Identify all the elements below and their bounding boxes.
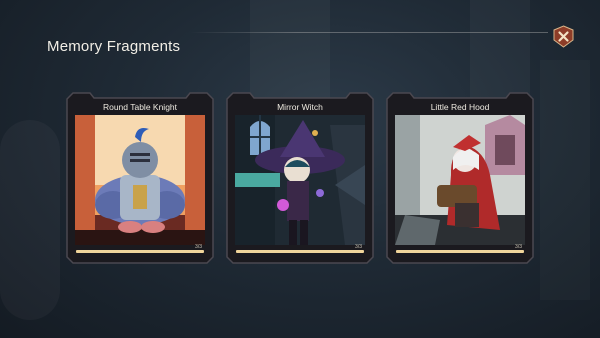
card-title: Mirror Witch: [277, 102, 323, 112]
page-title: Memory Fragments: [47, 38, 181, 55]
card-art-witch: [235, 115, 365, 245]
card-progress-bar: [396, 250, 524, 253]
bg-shadow: [540, 60, 590, 300]
card-mirror-witch[interactable]: Mirror Witch 3/3: [226, 92, 374, 264]
card-title: Round Table Knight: [102, 102, 178, 112]
card-round-table-knight[interactable]: Round Table Knight 3/3: [66, 92, 214, 264]
card-art-knight: [75, 115, 205, 245]
card-progress-bar: [236, 250, 364, 253]
close-x-icon: [553, 25, 574, 48]
header-divider: [190, 32, 548, 33]
card-progress-bar: [76, 250, 204, 253]
card-title: Little Red Hood: [430, 102, 490, 112]
card-art-red-hood: [395, 115, 525, 245]
bg-shadow: [0, 120, 60, 320]
close-button[interactable]: [552, 25, 575, 48]
card-little-red-hood[interactable]: Little Red Hood 3/3: [386, 92, 534, 264]
